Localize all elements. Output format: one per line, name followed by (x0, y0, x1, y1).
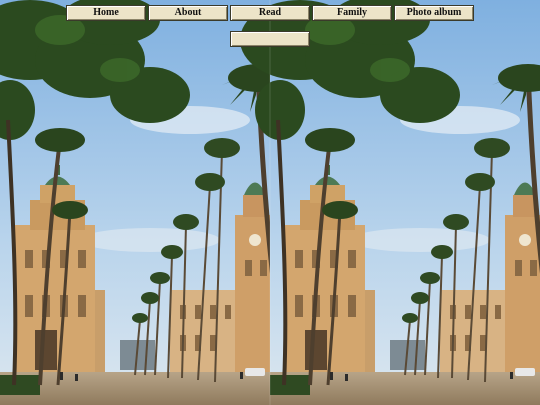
background-photo (0, 0, 540, 405)
nav-about-button[interactable]: About (148, 5, 228, 21)
nav-read-button[interactable]: Read (230, 5, 310, 21)
nav-photo-album-button[interactable]: Photo album (394, 5, 474, 21)
nav-family-button[interactable]: Family (312, 5, 392, 21)
submenu-box[interactable] (230, 31, 310, 47)
nav-home-button[interactable]: Home (66, 5, 146, 21)
